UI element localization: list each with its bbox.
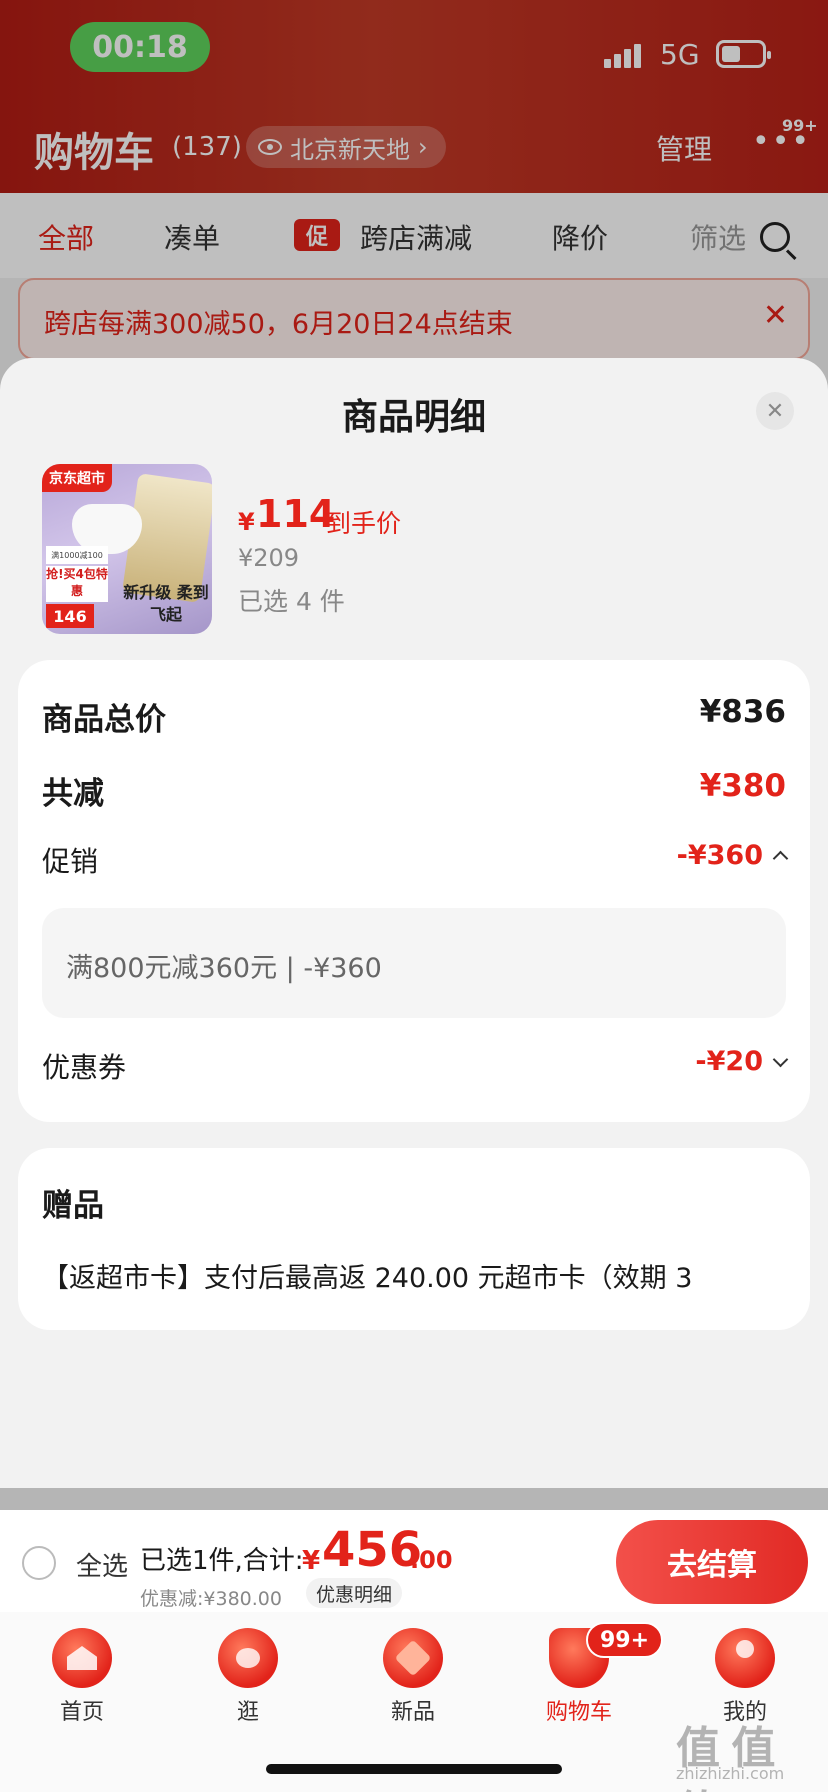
sheet-title: 商品明细 xyxy=(341,397,486,438)
cart-badge: 99+ xyxy=(586,1622,664,1658)
coupon-label: 优惠券 xyxy=(42,1051,127,1084)
promo-detail-text: 满800元减360元 | -¥360 xyxy=(66,953,382,984)
image-tag: 满1000减100 xyxy=(46,546,108,564)
home-indicator xyxy=(266,1764,562,1774)
image-brand-badge: 京东超市 xyxy=(42,464,112,492)
discount-summary: 优惠减:¥380.00 xyxy=(140,1588,282,1610)
chevron-up-icon xyxy=(772,850,789,867)
tab-new-products[interactable]: 新品 xyxy=(358,1628,468,1726)
browse-icon xyxy=(218,1628,278,1688)
promo-value: -¥360 xyxy=(676,840,763,871)
total-value: ¥836 xyxy=(699,694,786,730)
original-price: ¥209 xyxy=(238,544,300,572)
total-decimals: .00 xyxy=(410,1546,453,1574)
new-products-icon xyxy=(383,1628,443,1688)
discount-label: 共减 xyxy=(42,776,104,812)
product-image[interactable]: 京东超市 满1000减100 抢!买4包特惠 146 新升级 柔到飞起 xyxy=(42,464,212,634)
total-amount: 456 xyxy=(322,1522,423,1578)
tab-bar: 首页 逛 新品 购物车 99+ 我的 值 值 值 zhizhizhi.com xyxy=(0,1612,828,1792)
chevron-down-icon xyxy=(772,1051,789,1068)
home-icon xyxy=(52,1628,112,1688)
image-tag: 抢!买4包特惠 xyxy=(46,566,108,602)
tab-label: 新品 xyxy=(390,1700,435,1725)
selected-quantity: 已选 4 件 xyxy=(238,587,345,616)
tab-browse[interactable]: 逛 xyxy=(193,1628,303,1726)
coupon-toggle[interactable]: -¥20 xyxy=(695,1046,789,1077)
promo-detail-box: 满800元减360元 | -¥360 xyxy=(42,908,786,1018)
promo-toggle[interactable]: -¥360 xyxy=(676,840,789,871)
image-slogan: 新升级 柔到飞起 xyxy=(123,583,209,624)
tab-label: 购物车 xyxy=(545,1700,612,1725)
total-currency: ¥ xyxy=(302,1546,321,1576)
final-price-label: 到手价 xyxy=(326,509,402,538)
profile-icon xyxy=(715,1628,775,1688)
tab-label: 首页 xyxy=(59,1700,104,1725)
gift-title: 赠品 xyxy=(42,1188,104,1224)
summary-label: 已选1件,合计: xyxy=(140,1546,304,1576)
gift-card: 赠品 【返超市卡】支付后最高返 240.00 元超市卡（效期 3 xyxy=(18,1148,810,1330)
image-price: 146 xyxy=(46,604,94,628)
price-currency: ¥ xyxy=(238,508,255,536)
watermark-url: zhizhizhi.com xyxy=(676,1764,785,1783)
checkout-button[interactable]: 去结算 xyxy=(616,1520,808,1604)
total-label: 商品总价 xyxy=(42,702,166,738)
tab-home[interactable]: 首页 xyxy=(27,1628,137,1726)
gift-text: 【返超市卡】支付后最高返 240.00 元超市卡（效期 3 xyxy=(42,1263,693,1294)
price-breakdown-card: 商品总价 ¥836 共减 ¥380 促销 -¥360 满800元减360元 | … xyxy=(18,660,810,1122)
checkout-bar: 全选 已选1件,合计: ¥ 456 .00 优惠减:¥380.00 优惠明细 去… xyxy=(0,1510,828,1612)
promo-label: 促销 xyxy=(42,845,99,878)
select-all-label[interactable]: 全选 xyxy=(76,1546,128,1583)
select-all-checkbox[interactable] xyxy=(22,1546,56,1580)
close-icon[interactable]: ✕ xyxy=(756,392,794,430)
product-detail-sheet: 商品明细 ✕ 京东超市 满1000减100 抢!买4包特惠 146 新升级 柔到… xyxy=(0,358,828,1488)
discount-value: ¥380 xyxy=(699,768,786,804)
discount-detail-link[interactable]: 优惠明细 xyxy=(306,1578,403,1608)
tab-label: 逛 xyxy=(236,1700,259,1725)
final-price: 114 xyxy=(256,492,336,536)
coupon-value: -¥20 xyxy=(695,1046,763,1077)
